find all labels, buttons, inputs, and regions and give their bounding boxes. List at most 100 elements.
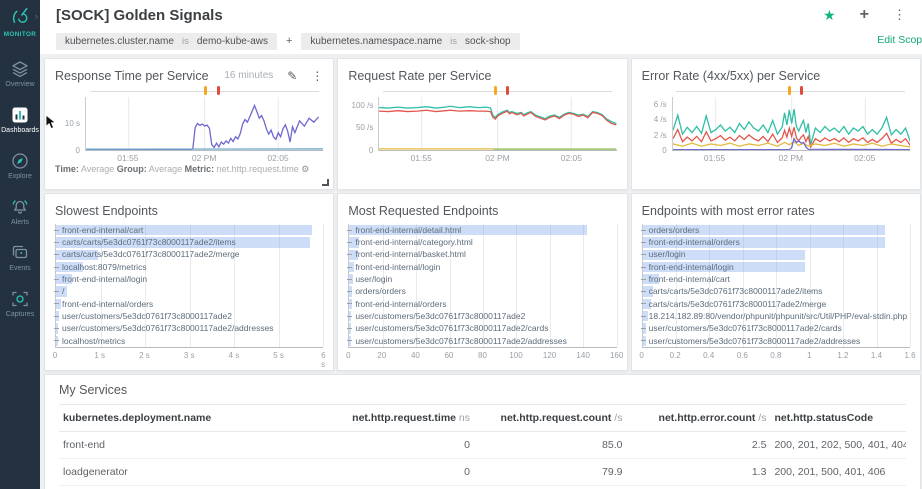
- sidebar-item-events[interactable]: Events: [0, 235, 40, 281]
- event-strip[interactable]: [85, 85, 323, 97]
- row-tick: [640, 291, 646, 293]
- event-marker[interactable]: [217, 86, 221, 95]
- endpoint-bar-row[interactable]: carts/carts/5e3dc0761f73c8000117ade2/mer…: [54, 249, 323, 261]
- endpoint-bar-row[interactable]: user/login: [640, 249, 910, 261]
- endpoint-bar-row[interactable]: user/login: [347, 273, 616, 285]
- sidebar-nav: Overview Dashboards Explore Alerts Event…: [0, 51, 40, 327]
- chat-bubbles-icon: [11, 244, 29, 262]
- row-tick: [347, 241, 353, 243]
- endpoint-bar-row[interactable]: front-end-internal/detail.html: [347, 224, 616, 236]
- sidebar-item-captures[interactable]: Captures: [0, 281, 40, 327]
- endpoint-label: /: [62, 286, 65, 297]
- sidebar-item-alerts[interactable]: Alerts: [0, 189, 40, 235]
- endpoint-bar-row[interactable]: front-end-internal/basket.html: [347, 249, 616, 261]
- line-chart[interactable]: [378, 97, 617, 151]
- service-row[interactable]: user03.10.5200, 500: [59, 485, 906, 489]
- endpoint-bar-row[interactable]: front-end-internal/cart: [54, 224, 323, 236]
- x-axis-label: 02:05: [560, 153, 582, 163]
- service-row[interactable]: front-end 0 85.0 2.5 200, 201, 202, 500, 401…: [59, 431, 906, 459]
- endpoint-bar-row[interactable]: user/customers/5e3dc0761f73c8000117ade2/…: [347, 322, 616, 334]
- event-marker[interactable]: [204, 86, 208, 95]
- event-marker[interactable]: [788, 86, 792, 95]
- sidebar-item-dashboards[interactable]: Dashboards: [0, 97, 40, 143]
- bar-chart: orders/orders front-end-internal/orders us…: [640, 224, 911, 348]
- monitor-logo[interactable]: › MONITOR: [0, 0, 40, 41]
- sidebar-item-explore[interactable]: Explore: [0, 143, 40, 189]
- endpoint-label: front-end-internal/category.html: [355, 237, 473, 248]
- column-header[interactable]: net.http.statusCode: [770, 405, 906, 432]
- event-marker[interactable]: [493, 86, 497, 95]
- x-axis-label: 6 s: [321, 351, 326, 369]
- filter-token-cluster[interactable]: kubernetes.cluster.name is demo-kube-aws: [56, 32, 277, 50]
- edit-pencil-icon[interactable]: ✎: [287, 69, 297, 83]
- x-axis-label: 1.2: [837, 351, 849, 360]
- endpoint-bar-row[interactable]: orders/orders: [640, 224, 910, 236]
- sidebar: › MONITOR Overview Dashboards Explore Al…: [0, 0, 40, 489]
- endpoint-label: carts/carts/5e3dc0761f73c8000117ade2/ite…: [648, 286, 823, 297]
- endpoint-bar-row[interactable]: 18.214.182.89:80/vendor/phpunit/phpunit/…: [640, 310, 910, 322]
- endpoint-bar-row[interactable]: front-end-internal/orders: [347, 298, 616, 310]
- endpoint-bar-row[interactable]: user/customers/5e3dc0761f73c8000117ade2/…: [54, 322, 323, 334]
- x-axis-label: 100: [509, 351, 523, 360]
- endpoint-bar-row[interactable]: localhost:8079/metrics: [54, 261, 323, 273]
- endpoint-bar-row[interactable]: front-end-internal/login: [347, 261, 616, 273]
- gear-icon[interactable]: ⚙: [301, 164, 309, 174]
- event-strip[interactable]: [378, 85, 616, 97]
- x-axis: 01:55 02 PM 02:05: [672, 151, 910, 164]
- filter-token-namespace[interactable]: kubernetes.namespace.name is sock-shop: [301, 32, 520, 50]
- footer-metric-value: net.http.request.time: [216, 164, 299, 174]
- panel-request-rate: Request Rate per Service 100 /s 50 /s 0 01…: [337, 58, 628, 190]
- add-panel-icon[interactable]: +: [860, 6, 869, 24]
- event-marker[interactable]: [800, 86, 804, 95]
- endpoint-bar-row[interactable]: user/customers/5e3dc0761f73c8000117ade2/…: [640, 322, 910, 334]
- endpoint-bar-row[interactable]: front-end-internal/cart: [640, 273, 910, 285]
- endpoint-label: user/customers/5e3dc0761f73c8000117ade2/…: [355, 323, 549, 334]
- column-header[interactable]: net.http.request.count /s: [474, 405, 627, 432]
- endpoint-bar-row[interactable]: user/customers/5e3dc0761f73c8000117ade2/…: [640, 335, 910, 347]
- panel-menu-icon[interactable]: ⋮: [311, 69, 323, 83]
- endpoint-bar-row[interactable]: carts/carts/5e3dc0761f73c8000117ade2/ite…: [54, 236, 323, 248]
- endpoint-bar-row[interactable]: front-end-internal/login: [54, 273, 323, 285]
- endpoint-bar-row[interactable]: user/customers/5e3dc0761f73c8000117ade2: [54, 310, 323, 322]
- scope-filter-bar: kubernetes.cluster.name is demo-kube-aws…: [40, 28, 922, 54]
- event-strip[interactable]: [672, 85, 910, 97]
- service-row[interactable]: loadgenerator 0 79.9 1.3 200, 201, 500, 401,…: [59, 458, 906, 486]
- service-cell: user: [59, 485, 314, 489]
- service-cell: 85.0: [474, 431, 627, 459]
- endpoint-bar-row[interactable]: front-end-internal/orders: [640, 236, 910, 248]
- y-axis: 10 s 0: [55, 97, 85, 155]
- resize-handle[interactable]: [322, 179, 330, 186]
- endpoint-bar-row[interactable]: front-end-internal/category.html: [347, 236, 616, 248]
- endpoint-bar-row[interactable]: /: [54, 285, 323, 297]
- column-header[interactable]: net.http.request.time ns: [313, 405, 475, 432]
- service-cell: 79.9: [474, 458, 627, 486]
- row-tick: [54, 291, 59, 293]
- endpoint-label: front-end-internal/cart: [62, 224, 144, 235]
- endpoint-label: user/login: [648, 249, 686, 260]
- line-chart[interactable]: [671, 97, 910, 151]
- event-marker[interactable]: [505, 86, 509, 95]
- endpoint-bar-row[interactable]: carts/carts/5e3dc0761f73c8000117ade2/mer…: [640, 298, 910, 310]
- time-range-label[interactable]: 16 minutes: [224, 70, 273, 81]
- edit-scope-link[interactable]: Edit Scope: [877, 34, 922, 46]
- line-chart[interactable]: [85, 97, 324, 151]
- endpoint-label: front-end-internal/basket.html: [355, 249, 466, 260]
- endpoint-label: orders/orders: [648, 224, 700, 235]
- endpoint-bar-row[interactable]: localhost/metrics: [54, 335, 323, 347]
- endpoint-bar-row[interactable]: user/customers/5e3dc0761f73c8000117ade2: [347, 310, 616, 322]
- sidebar-expand-chevron-icon[interactable]: ›: [35, 11, 38, 21]
- panel-response-time: Response Time per Service 16 minutes ✎ ⋮…: [44, 58, 335, 190]
- endpoint-bar-row[interactable]: user/customers/5e3dc0761f73c8000117ade2/…: [347, 335, 616, 347]
- favorite-star-icon[interactable]: ★: [823, 7, 836, 24]
- x-axis-label: 0.4: [703, 351, 715, 360]
- endpoint-bar-row[interactable]: carts/carts/5e3dc0761f73c8000117ade2/ite…: [640, 285, 910, 297]
- endpoint-bar-row[interactable]: orders/orders: [347, 285, 616, 297]
- endpoint-bar-row[interactable]: front-end-internal/login: [640, 261, 910, 273]
- sidebar-item-overview[interactable]: Overview: [0, 51, 40, 97]
- column-header[interactable]: net.http.error.count /s: [626, 405, 771, 432]
- layers-icon: [11, 60, 29, 78]
- endpoint-bar-row[interactable]: front-end-internal/orders: [54, 298, 323, 310]
- column-header[interactable]: kubernetes.deployment.name: [59, 405, 314, 432]
- kebab-menu-icon[interactable]: ⋮: [893, 7, 906, 23]
- filter-value: sock-shop: [465, 35, 511, 47]
